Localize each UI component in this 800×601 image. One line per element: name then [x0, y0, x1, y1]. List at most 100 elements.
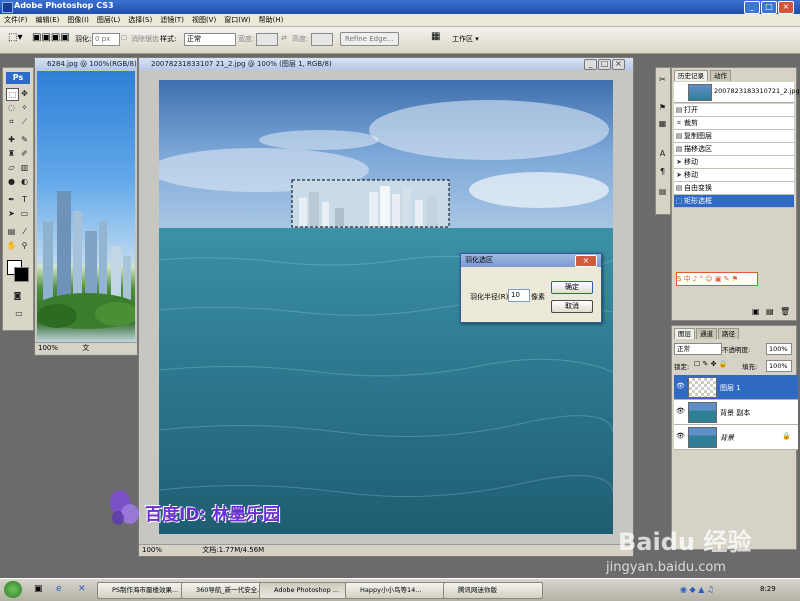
tab-layers[interactable]: 图层 [674, 328, 695, 339]
blur-icon[interactable]: ● [6, 176, 17, 187]
menu-layer[interactable]: 图层(L) [93, 14, 124, 25]
character-icon[interactable]: A [657, 148, 668, 159]
tab-channels[interactable]: 通道 [696, 328, 717, 339]
workspace-button[interactable]: 工作区 ▾ [452, 34, 479, 44]
type-icon[interactable]: T [19, 194, 30, 205]
notes-icon[interactable]: ▤ [6, 226, 17, 237]
swatches-icon[interactable]: ▦ [657, 118, 668, 129]
ime-toolbar[interactable]: S 中 ♪ ° ☺ ▣ ✎ ⚑ [676, 272, 758, 286]
feather-input[interactable]: 0 px [92, 33, 120, 46]
history-item[interactable]: ⌗ 裁剪 [674, 117, 794, 130]
quick-mask-icon[interactable]: ◙ [12, 290, 23, 301]
history-item[interactable]: ▤ 描移选区 [674, 143, 794, 156]
marquee-tool-icon[interactable]: ⬚▾ [8, 32, 22, 43]
info-icon[interactable]: ⚑ [657, 102, 668, 113]
eye-icon[interactable]: 👁 [676, 407, 685, 415]
slice-icon[interactable]: ⟋ [19, 116, 30, 127]
healing-icon[interactable]: ✚ [6, 134, 17, 145]
paragraph-icon[interactable]: ¶ [657, 166, 668, 177]
background-color[interactable] [14, 267, 29, 282]
switch-icon[interactable]: ✕ [78, 584, 86, 594]
doc-main-zoom[interactable]: 100% [142, 546, 162, 554]
doc-left-canvas[interactable] [37, 71, 135, 343]
lock-icons[interactable]: ☐ ✎ ✥ 🔒 [694, 360, 727, 368]
menu-filter[interactable]: 滤镜(T) [156, 14, 188, 25]
hand-icon[interactable]: ✋ [6, 240, 17, 251]
taskbar-item[interactable]: Happy小小鸟等14... [345, 582, 457, 599]
doc-close-button[interactable]: × [612, 59, 625, 70]
shape-icon[interactable]: ▭ [19, 208, 30, 219]
history-item[interactable]: ▤ 复制图层 [674, 130, 794, 143]
tab-paths[interactable]: 路径 [718, 328, 739, 339]
new-document-icon[interactable]: ▣ [752, 307, 760, 316]
style-select[interactable]: 正常 [184, 33, 236, 46]
menu-view[interactable]: 视图(V) [188, 14, 220, 25]
zoom-icon[interactable]: ⚲ [19, 240, 30, 251]
blend-mode-select[interactable]: 正常 [674, 343, 722, 355]
taskbar-item-active[interactable]: Adobe Photoshop ... [259, 582, 359, 599]
gradient-icon[interactable]: ▥ [19, 162, 30, 173]
ie-icon[interactable]: e [56, 584, 62, 594]
stamp-icon[interactable]: ♜ [6, 148, 17, 159]
tray-icons[interactable]: ◉ ◆ ▲ ♫ [680, 585, 714, 594]
history-item[interactable]: ➤ 移动 [674, 156, 794, 169]
close-button[interactable]: × [778, 1, 794, 14]
screen-mode-icon[interactable]: ▭ [12, 308, 26, 319]
bridge-icon[interactable]: ▦ [431, 31, 440, 42]
history-item[interactable]: ▤ 打开 [674, 104, 794, 117]
cancel-button[interactable]: 取消 [551, 300, 593, 313]
quicklaunch-icon[interactable]: ▣ [34, 584, 43, 594]
marquee-icon[interactable]: ⬚ [6, 88, 19, 101]
taskbar-item[interactable]: 腾讯网迷你版 [443, 582, 543, 599]
navigator-icon[interactable]: ✂ [657, 74, 668, 85]
tab-actions[interactable]: 动作 [710, 70, 731, 81]
radius-input[interactable]: 10 [508, 289, 530, 302]
menu-file[interactable]: 文件(F) [0, 14, 32, 25]
height-input[interactable] [311, 33, 333, 46]
start-button[interactable] [4, 581, 22, 598]
minimize-button[interactable]: _ [744, 1, 760, 14]
swap-icon[interactable]: ⇄ [281, 34, 287, 42]
menu-select[interactable]: 选择(S) [124, 14, 156, 25]
crop-icon[interactable]: ⌗ [6, 116, 17, 127]
doc-left-zoom[interactable]: 100% [38, 344, 58, 352]
menu-help[interactable]: 帮助(H) [255, 14, 288, 25]
brush-icon[interactable]: ✎ [19, 134, 30, 145]
history-snapshot[interactable]: 2007823183310721_2.jpg [674, 82, 800, 103]
antialias-checkbox[interactable]: ☐ [121, 34, 127, 42]
fill-input[interactable]: 100% [766, 360, 792, 372]
layer-row[interactable]: 👁 背景 副本 [674, 400, 798, 425]
history-item[interactable]: ➤ 移动 [674, 169, 794, 182]
eye-icon[interactable]: 👁 [676, 432, 685, 440]
maximize-button[interactable]: □ [761, 1, 777, 14]
new-snapshot-icon[interactable]: ▤ [766, 307, 774, 316]
eraser-icon[interactable]: ▱ [6, 162, 17, 173]
layer-row[interactable]: 👁 背景 🔒 [674, 425, 798, 450]
menu-image[interactable]: 图像(I) [63, 14, 93, 25]
lasso-icon[interactable]: ◌ [6, 102, 17, 113]
doc-maximize-button[interactable]: □ [598, 59, 611, 70]
history-brush-icon[interactable]: ✐ [19, 148, 30, 159]
dialog-close-button[interactable]: × [575, 255, 597, 267]
dodge-icon[interactable]: ◐ [19, 176, 30, 187]
magic-wand-icon[interactable]: ✧ [19, 102, 30, 113]
tab-history[interactable]: 历史记录 [674, 70, 708, 81]
history-item-current[interactable]: ⬚ 矩形选框 [674, 195, 794, 208]
menu-window[interactable]: 窗口(W) [220, 14, 254, 25]
selection-mode-icons[interactable]: ▣▣▣▣ [32, 32, 70, 43]
refine-edge-button[interactable]: Refine Edge... [340, 32, 399, 46]
delete-icon[interactable]: 🗑 [780, 307, 790, 316]
tool-presets-icon[interactable]: ▤ [657, 186, 668, 197]
eye-icon[interactable]: 👁 [676, 382, 685, 390]
layer-row-selected[interactable]: 👁 图层 1 [674, 375, 798, 400]
path-select-icon[interactable]: ➤ [6, 208, 17, 219]
opacity-input[interactable]: 100% [766, 343, 792, 355]
doc-left-title[interactable]: 6284.jpg @ 100%(RGB/8) [35, 58, 137, 70]
menu-edit[interactable]: 编辑(E) [32, 14, 64, 25]
doc-minimize-button[interactable]: _ [584, 59, 597, 70]
eyedropper-icon[interactable]: ⁄ [19, 226, 30, 237]
doc-main-title[interactable]: 20078231833107 21_2.jpg @ 100% (图层 1, RG… [139, 58, 633, 70]
pen-icon[interactable]: ✒ [6, 194, 17, 205]
move-icon[interactable]: ✥ [19, 88, 30, 99]
width-input[interactable] [256, 33, 278, 46]
